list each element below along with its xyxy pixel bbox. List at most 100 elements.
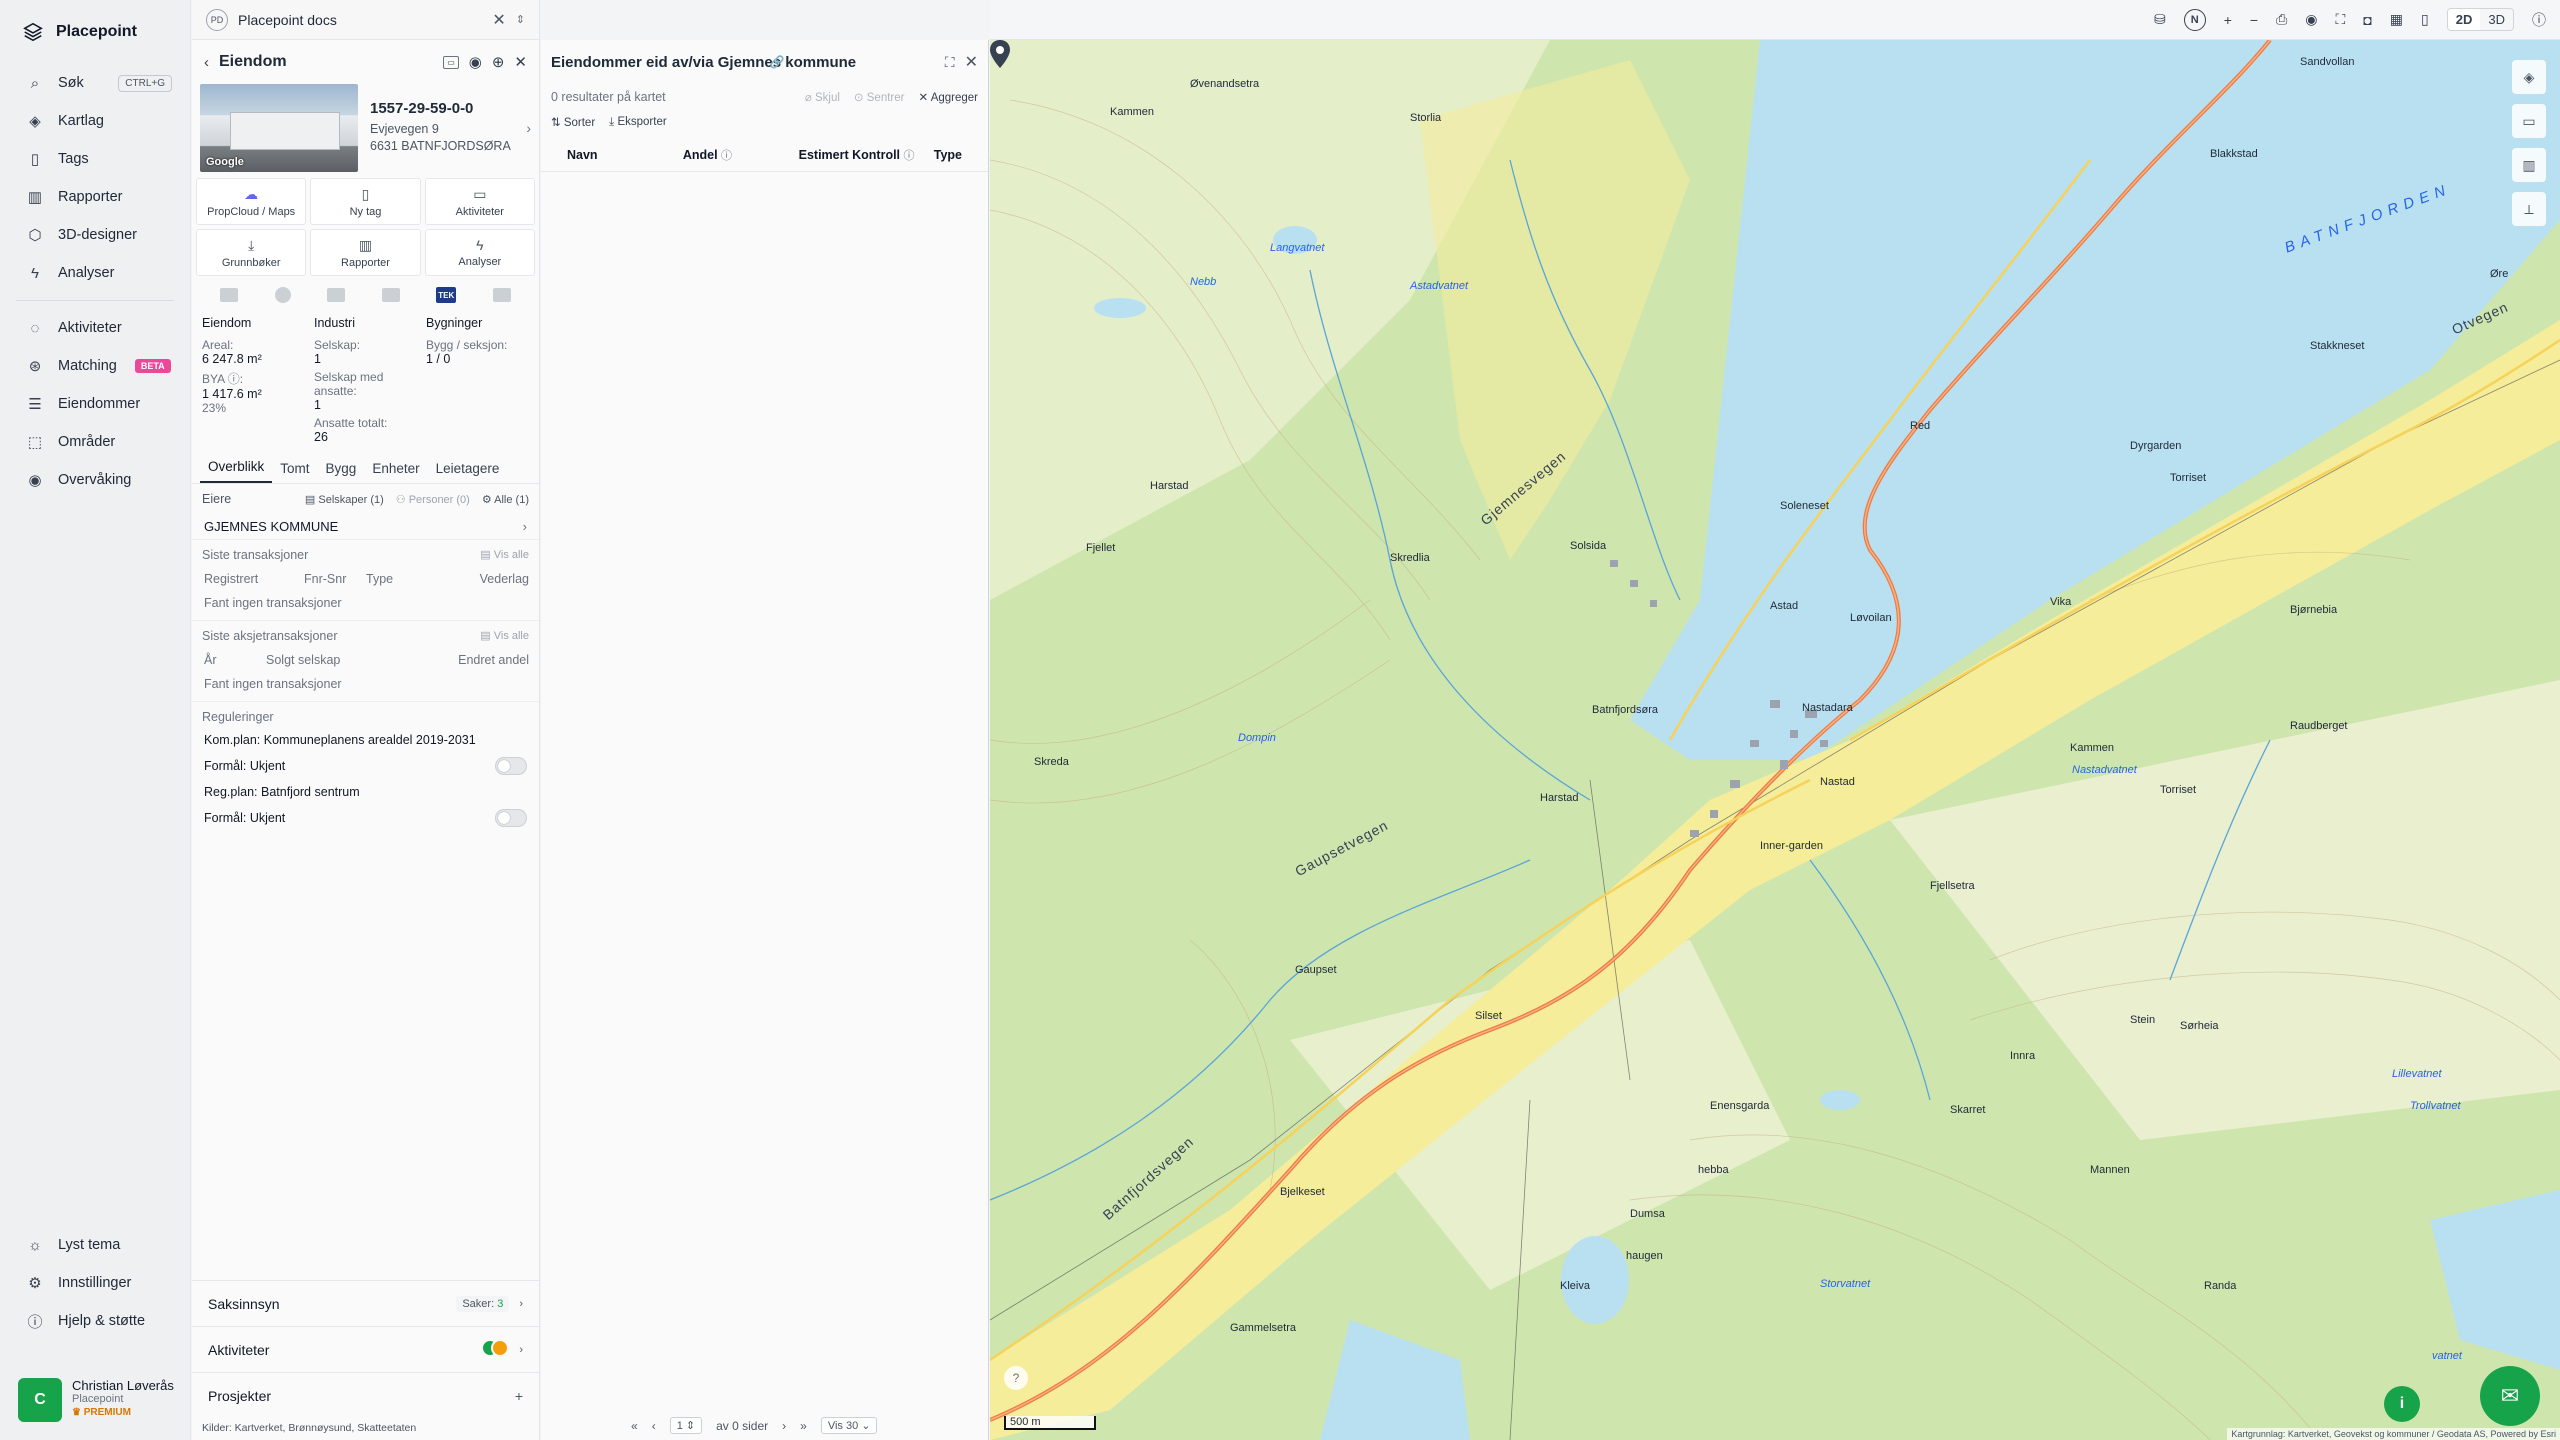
view-3d-button[interactable]: 3D — [2480, 9, 2513, 30]
propcloud-button[interactable]: ☁ PropCloud / Maps — [196, 178, 307, 225]
add-icon[interactable]: + — [515, 1388, 523, 1404]
activities-button[interactable]: ▭ Aktiviteter — [424, 178, 535, 225]
column-header-share[interactable]: Andel ⓘ — [683, 147, 799, 163]
grid-icon[interactable]: ▦ — [2390, 11, 2403, 28]
building-illustration — [230, 112, 340, 150]
activities-row[interactable]: Aktiviteter › — [192, 1326, 539, 1372]
filter-persons[interactable]: ⚇ Personer (0) — [396, 493, 470, 506]
source-globe-icon[interactable] — [274, 287, 291, 303]
analyses-button[interactable]: ϟ Analyser — [424, 229, 535, 276]
tab-tenants[interactable]: Leietagere — [428, 461, 508, 483]
source-register-icon[interactable] — [220, 288, 239, 302]
back-icon[interactable]: ‹ — [204, 54, 209, 71]
reports-button[interactable]: ▥ Rapporter — [310, 229, 421, 276]
zoom-out-icon[interactable]: − — [2250, 12, 2258, 28]
column-header-name[interactable]: Navn — [567, 148, 683, 162]
map-legend-icon[interactable]: ▭ — [2512, 104, 2546, 138]
nav-item-light-theme[interactable]: ☼ Lyst tema — [0, 1226, 190, 1264]
close-icon[interactable]: ✕ — [492, 10, 505, 30]
nav-item-search[interactable]: ⌕ Søk CTRL+G — [0, 64, 190, 102]
camera-icon[interactable]: ◘ — [2363, 12, 2371, 28]
page-size-select[interactable]: Vis 30 ⌄ — [820, 1417, 878, 1434]
property-card[interactable]: Google 1557-29-59-0-0 Evjevegen 9 6631 B… — [192, 84, 539, 178]
add-icon[interactable]: ⊕ — [492, 53, 505, 71]
nav-item-tags[interactable]: ▯ Tags — [0, 140, 190, 178]
property-photo[interactable]: Google — [200, 84, 358, 172]
map-help-icon[interactable]: ? — [1004, 1366, 1028, 1390]
eye-icon[interactable]: ◉ — [2305, 11, 2317, 28]
column-label: Andel — [682, 147, 718, 162]
column-header-control[interactable]: Estimert Kontroll ⓘ — [799, 147, 934, 163]
zoom-in-icon[interactable]: + — [2224, 12, 2232, 28]
filter-companies[interactable]: ▤ Selskaper (1) — [305, 493, 384, 506]
sort-button[interactable]: ⇅ Sorter — [551, 115, 595, 129]
nav-item-help[interactable]: ⓘ Hjelp & støtte — [0, 1302, 190, 1340]
aggregate-button[interactable]: ✕ Aggreger — [918, 90, 978, 104]
new-tag-button[interactable]: ▯ Ny tag — [310, 178, 421, 225]
info-icon[interactable]: i — [2384, 1386, 2420, 1422]
export-button[interactable]: ⤓ Eksporter — [609, 116, 667, 129]
regulation-toggle[interactable] — [495, 809, 527, 827]
nav-item-layers[interactable]: ◈ Kartlag — [0, 102, 190, 140]
column-header: Type — [366, 572, 394, 586]
print-icon[interactable]: ⎙ — [2276, 11, 2287, 28]
gear-icon: ⚙ — [28, 1275, 42, 1292]
last-page-icon[interactable]: » — [800, 1419, 807, 1433]
projects-row[interactable]: Prosjekter + — [192, 1372, 539, 1418]
regulation-toggle[interactable] — [495, 757, 527, 775]
view-2d-button[interactable]: 2D — [2447, 9, 2481, 30]
chat-support-icon[interactable]: ✉ — [2480, 1366, 2540, 1426]
eye-icon[interactable]: ◉ — [469, 53, 482, 71]
chevron-right-icon[interactable]: › — [526, 120, 531, 136]
source-tek-icon[interactable]: TEK — [436, 287, 457, 303]
expand-icon[interactable]: ⛶ — [945, 54, 955, 71]
column-header-type[interactable]: Type — [934, 148, 962, 162]
bookmark-icon[interactable]: ▯ — [2421, 11, 2429, 28]
source-house-icon[interactable] — [492, 288, 511, 302]
link-icon[interactable]: 🔗 — [770, 55, 785, 69]
first-page-icon[interactable]: « — [631, 1419, 638, 1433]
nav-item-analyses[interactable]: ϟ Analyser — [0, 254, 190, 292]
source-crown-icon[interactable] — [327, 288, 346, 302]
nav-item-settings[interactable]: ⚙ Innstillinger — [0, 1264, 190, 1302]
center-button[interactable]: ⊙ Sentrer — [854, 90, 905, 104]
see-all-link[interactable]: ▤ Vis alle — [480, 548, 529, 562]
see-all-link[interactable]: ▤ Vis alle — [480, 629, 529, 643]
nav-item-activities[interactable]: ◌ Aktiviteter — [0, 309, 190, 347]
map-view[interactable]: BATNFJORDEN Øvenandsetra Kammen Storlia … — [990, 40, 2560, 1440]
map-chart-icon[interactable]: ▥ — [2512, 148, 2546, 182]
tab-buildings[interactable]: Bygg — [318, 461, 365, 483]
nav-item-matching[interactable]: ⊛ Matching BETA — [0, 347, 190, 385]
hide-button[interactable]: ⌀ Skjul — [805, 90, 840, 104]
next-page-icon[interactable]: › — [782, 1419, 786, 1433]
user-profile[interactable]: C Christian Løverås Placepoint ♛ PREMIUM — [18, 1378, 183, 1422]
nav-item-areas[interactable]: ⬚ Områder — [0, 423, 190, 461]
tab-overview[interactable]: Overblikk — [200, 459, 273, 483]
land-registry-button[interactable]: ⤓ Grunnbøker — [196, 229, 307, 276]
layers-stack-icon[interactable]: ⛁ — [2154, 11, 2166, 28]
brand[interactable]: Placepoint — [0, 0, 190, 64]
map-measure-icon[interactable]: ⟂ — [2512, 192, 2546, 226]
nav-item-reports[interactable]: ▥ Rapporter — [0, 178, 190, 216]
page-input[interactable]: 1 ⇕ — [669, 1417, 703, 1434]
tab-units[interactable]: Enheter — [364, 461, 427, 483]
source-stats-icon[interactable] — [381, 288, 400, 302]
tab-plot[interactable]: Tomt — [272, 461, 317, 483]
nav-item-properties[interactable]: ☰ Eiendommer — [0, 385, 190, 423]
close-icon[interactable]: ✕ — [514, 53, 527, 71]
fullscreen-icon[interactable]: ⛶ — [2336, 11, 2346, 28]
prev-page-icon[interactable]: ‹ — [652, 1419, 656, 1433]
owner-row[interactable]: GJEMNES KOMMUNE › — [192, 514, 539, 540]
nav-item-3d-designer[interactable]: ⬡ 3D-designer — [0, 216, 190, 254]
nav-item-monitoring[interactable]: ◉ Overvåking — [0, 461, 190, 499]
close-icon[interactable]: ✕ — [965, 52, 978, 72]
filter-all[interactable]: ⚙ Alle (1) — [482, 493, 529, 506]
id-card-icon[interactable]: ▭ — [443, 55, 459, 69]
case-access-row[interactable]: Saksinnsyn Saker: 3 › — [192, 1280, 539, 1326]
compass-button[interactable]: N — [2183, 8, 2206, 31]
map-layers-icon[interactable]: ◈ — [2512, 60, 2546, 94]
info-icon[interactable]: ⓘ — [2532, 10, 2546, 30]
workspace-title[interactable]: Placepoint docs — [238, 12, 482, 28]
location-pin-icon[interactable] — [990, 40, 1010, 68]
chevron-updown-icon[interactable]: ⇕ — [516, 13, 525, 26]
